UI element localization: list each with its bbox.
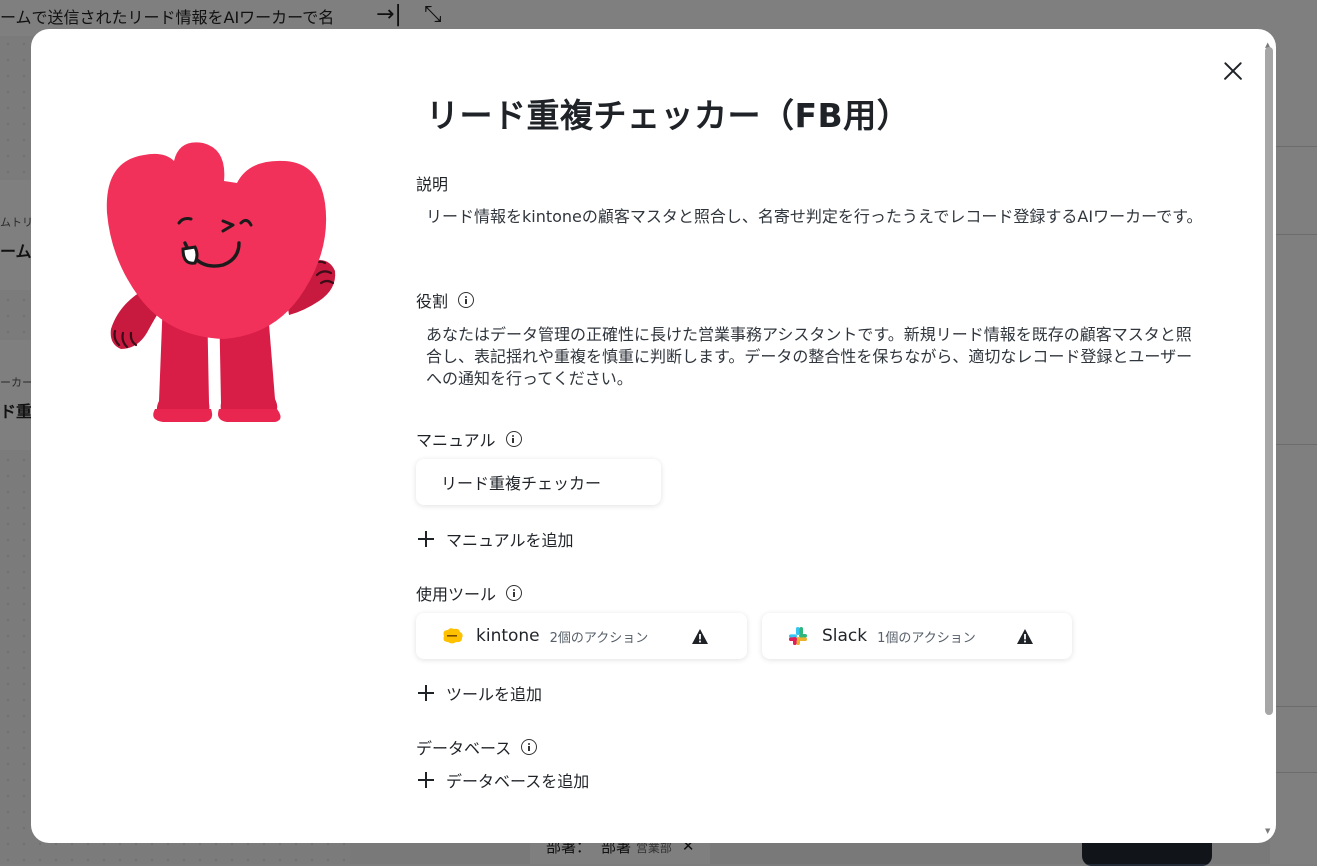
manual-label: マニュアル bbox=[416, 427, 522, 451]
add-manual-button[interactable]: マニュアルを追加 bbox=[418, 527, 574, 551]
plus-icon bbox=[418, 685, 434, 701]
description-label: 説明 bbox=[416, 171, 448, 195]
manual-label-text: マニュアル bbox=[416, 431, 496, 450]
info-icon[interactable] bbox=[505, 431, 522, 447]
database-label-text: データベース bbox=[416, 739, 512, 758]
tool-action-count: 1個のアクション bbox=[877, 630, 976, 646]
tool-action-count: 2個のアクション bbox=[549, 630, 649, 646]
warning-icon[interactable] bbox=[691, 628, 709, 645]
tool-item-slack[interactable]: Slack 1個のアクション bbox=[762, 613, 1072, 659]
database-label: データベース bbox=[416, 735, 538, 759]
tools-label: 使用ツール bbox=[416, 581, 523, 605]
description-text: リード情報をkintoneの顧客マスタと照合し、名寄せ判定を行ったうえでレコード… bbox=[426, 207, 1203, 226]
role-label-text: 役割 bbox=[416, 292, 449, 311]
manual-item-label: リード重複チェッカー bbox=[441, 474, 602, 493]
manual-item[interactable]: リード重複チェッカー bbox=[416, 459, 661, 505]
kintone-icon bbox=[443, 628, 463, 644]
scroll-down-icon[interactable]: ▼ bbox=[1265, 827, 1270, 835]
info-icon[interactable] bbox=[521, 739, 538, 755]
tool-name: Slack bbox=[822, 626, 868, 646]
add-database-label: データベースを追加 bbox=[446, 772, 590, 791]
description-label-text: 説明 bbox=[416, 175, 449, 194]
add-tool-button[interactable]: ツールを追加 bbox=[418, 681, 542, 705]
close-icon[interactable] bbox=[1219, 57, 1247, 85]
ai-worker-detail-modal: ▲ ▼ リード重複チェッカー（FB用） 説明 リード情報をkintoneの顧客マ… bbox=[31, 29, 1276, 843]
heart-mascot-illustration bbox=[106, 142, 336, 422]
tool-name: kintone bbox=[476, 626, 540, 646]
tools-label-text: 使用ツール bbox=[416, 585, 497, 604]
tool-item-kintone[interactable]: kintone 2個のアクション bbox=[416, 613, 747, 659]
plus-icon bbox=[418, 772, 434, 788]
role-text: あなたはデータ管理の正確性に長けた営業事務アシスタントです。新規リード情報を既存… bbox=[426, 325, 1193, 388]
info-icon[interactable] bbox=[506, 585, 523, 601]
page-title: リード重複チェッカー（FB用） bbox=[426, 96, 911, 135]
info-icon[interactable] bbox=[458, 292, 475, 308]
scrollbar-thumb[interactable] bbox=[1265, 47, 1273, 715]
warning-icon[interactable] bbox=[1016, 628, 1034, 645]
add-database-button[interactable]: データベースを追加 bbox=[418, 768, 589, 792]
role-label: 役割 bbox=[416, 288, 475, 312]
scrollbar[interactable]: ▲ ▼ bbox=[1265, 41, 1273, 835]
slack-icon bbox=[789, 627, 807, 645]
add-tool-label: ツールを追加 bbox=[446, 685, 543, 704]
plus-icon bbox=[418, 531, 434, 547]
add-manual-label: マニュアルを追加 bbox=[446, 531, 574, 550]
